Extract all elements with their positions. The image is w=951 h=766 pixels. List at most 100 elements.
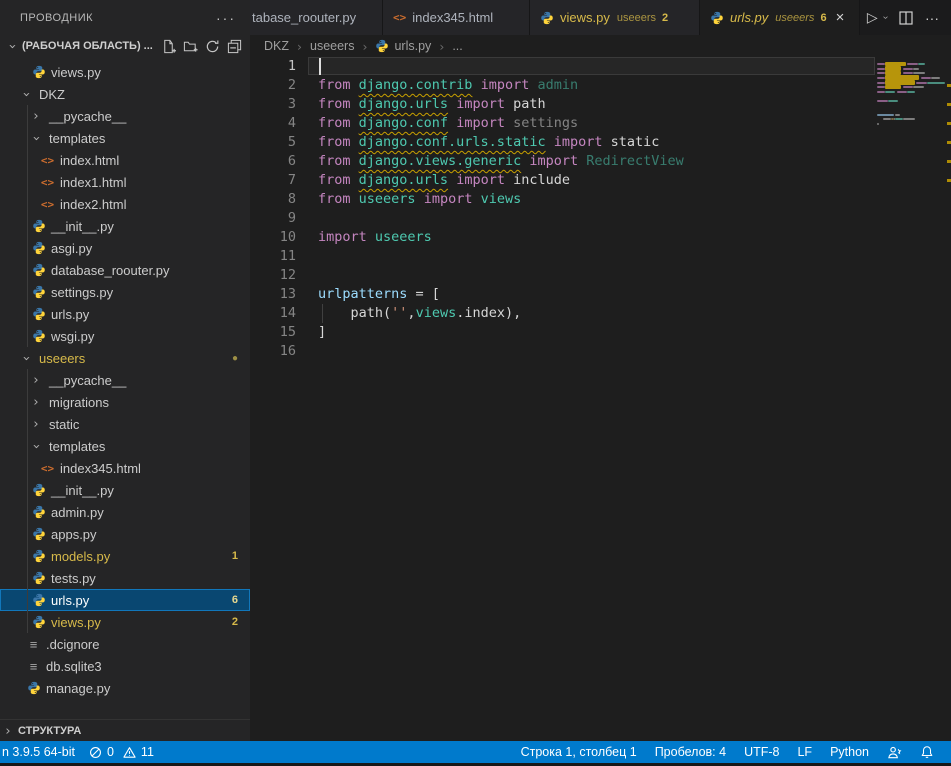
status-language-mode[interactable]: Python [821, 741, 878, 763]
status-indentation[interactable]: Пробелов: 4 [646, 741, 735, 763]
status-python-interpreter[interactable]: n 3.9.5 64-bit [0, 741, 82, 763]
tree-indent-guide [27, 391, 28, 413]
tab-urls.py[interactable]: urls.pyuseeers6× [700, 0, 860, 35]
tree-item-admin.py[interactable]: admin.py [0, 501, 250, 523]
tree-item-label: migrations [49, 395, 109, 410]
tree-item-useeers[interactable]: ›useeers● [0, 347, 250, 369]
breadcrumb-item-urls.py[interactable]: urls.py [375, 39, 431, 53]
tree-item-settings.py[interactable]: settings.py [0, 281, 250, 303]
tree-item-templates[interactable]: ›templates [0, 435, 250, 457]
code-line-15[interactable]: 15] [250, 323, 951, 342]
tree-indent-guide [27, 193, 28, 215]
code-line-12[interactable]: 12 [250, 266, 951, 285]
html-file-icon: <> [40, 176, 55, 189]
tabs: tabase_roouter.py<>index345.htmlviews.py… [250, 0, 860, 35]
minimap-segment [877, 91, 885, 93]
breadcrumb-item-useeers[interactable]: useeers [310, 39, 354, 53]
code-line-5[interactable]: 5from django.conf.urls.static import sta… [250, 133, 951, 152]
code-editor[interactable]: 12from django.contrib import admin3from … [250, 57, 951, 741]
more-actions-icon[interactable]: ··· [216, 10, 236, 26]
code-line-13[interactable]: 13urlpatterns = [ [250, 285, 951, 304]
tree-item-database_roouter.py[interactable]: database_roouter.py [0, 259, 250, 281]
tree-item-urls.py[interactable]: urls.py [0, 303, 250, 325]
split-editor-button[interactable] [899, 11, 913, 25]
problems-badge: 6 [232, 594, 238, 606]
tree-item-label: database_roouter.py [51, 263, 170, 278]
status-eol[interactable]: LF [788, 741, 821, 763]
tree-item-index345.html[interactable]: <>index345.html [0, 457, 250, 479]
more-actions-icon[interactable]: ··· [925, 10, 939, 26]
tab-index345.html[interactable]: <>index345.html [383, 0, 530, 35]
status-encoding[interactable]: UTF-8 [735, 741, 788, 763]
code-line-1[interactable]: 1 [250, 57, 951, 76]
tree-item-models.py[interactable]: models.py1 [0, 545, 250, 567]
code-line-7[interactable]: 7from django.urls import include [250, 171, 951, 190]
tree-item-migrations[interactable]: ›migrations [0, 391, 250, 413]
minimap-segment [885, 80, 915, 85]
overview-ruler[interactable] [946, 57, 951, 741]
minimap-segment [913, 86, 924, 88]
tree-item-__init__.py[interactable]: __init__.py [0, 215, 250, 237]
code-line-16[interactable]: 16 [250, 342, 951, 361]
status-feedback[interactable] [878, 741, 911, 763]
run-button[interactable]: ▷ [867, 9, 878, 26]
outline-section-header[interactable]: › СТРУКТУРА [0, 719, 250, 742]
python-file-icon [31, 329, 46, 343]
tree-indent-guide [27, 105, 28, 127]
code-line-6[interactable]: 6from django.views.generic import Redire… [250, 152, 951, 171]
collapse-all-icon[interactable] [227, 39, 242, 54]
tree-item-.dcignore[interactable]: ≡.dcignore [0, 633, 250, 655]
tree-item-views.py[interactable]: views.py2 [0, 611, 250, 633]
minimap[interactable] [875, 57, 947, 217]
tree-item-__pycache__[interactable]: ›__pycache__ [0, 369, 250, 391]
chevron-down-icon: › [19, 350, 34, 366]
code-line-11[interactable]: 11 [250, 247, 951, 266]
breadcrumb-item-DKZ[interactable]: DKZ [264, 39, 289, 53]
status-problems[interactable]: 011 [82, 741, 161, 763]
new-file-icon[interactable] [161, 39, 176, 54]
tree-item-urls.py[interactable]: urls.py6 [0, 589, 250, 611]
workspace-section-header[interactable]: › (РАБОЧАЯ ОБЛАСТЬ) ... [0, 35, 250, 57]
tree-item-wsgi.py[interactable]: wsgi.py [0, 325, 250, 347]
new-folder-icon[interactable] [183, 39, 198, 54]
tree-item-index.html[interactable]: <>index.html [0, 149, 250, 171]
run-dropdown-chevron-icon[interactable]: › [880, 16, 891, 19]
tree-item-__pycache__[interactable]: ›__pycache__ [0, 105, 250, 127]
tree-item-views.py[interactable]: views.py [0, 61, 250, 83]
status-cursor-position[interactable]: Строка 1, столбец 1 [512, 741, 646, 763]
breadcrumb-item-...[interactable]: ... [452, 39, 462, 53]
tree-item-manage.py[interactable]: manage.py [0, 677, 250, 699]
tab-views.py[interactable]: views.pyuseeers2 [530, 0, 700, 35]
code-line-3[interactable]: 3from django.urls import path [250, 95, 951, 114]
code-line-14[interactable]: 14 path('',views.index), [250, 304, 951, 323]
python-file-icon [375, 39, 389, 53]
tree-item-apps.py[interactable]: apps.py [0, 523, 250, 545]
code-line-9[interactable]: 9 [250, 209, 951, 228]
line-number: 9 [250, 209, 318, 228]
code-line-8[interactable]: 8from useeers import views [250, 190, 951, 209]
tree-item-label: tests.py [51, 571, 96, 586]
status-notifications[interactable] [911, 741, 943, 763]
close-icon[interactable]: × [836, 10, 845, 25]
minimap-segment [877, 63, 885, 65]
modified-dot-icon: ● [232, 353, 238, 364]
tab-tabase_roouter.py[interactable]: tabase_roouter.py [250, 0, 383, 35]
tree-item-index2.html[interactable]: <>index2.html [0, 193, 250, 215]
tree-item-static[interactable]: ›static [0, 413, 250, 435]
minimap-segment [897, 91, 908, 93]
tree-item-DKZ[interactable]: ›DKZ [0, 83, 250, 105]
tree-item-__init__.py[interactable]: __init__.py [0, 479, 250, 501]
tree-item-templates[interactable]: ›templates [0, 127, 250, 149]
tree-item-asgi.py[interactable]: asgi.py [0, 237, 250, 259]
tree-item-tests.py[interactable]: tests.py [0, 567, 250, 589]
tree-item-label: views.py [51, 65, 101, 80]
code-line-2[interactable]: 2from django.contrib import admin [250, 76, 951, 95]
tree-item-index1.html[interactable]: <>index1.html [0, 171, 250, 193]
tree-item-db.sqlite3[interactable]: ≡db.sqlite3 [0, 655, 250, 677]
code-line-4[interactable]: 4from django.conf import settings [250, 114, 951, 133]
tree-indent-guide [27, 413, 28, 435]
editor-actions: ▷ › ··· [867, 0, 951, 35]
refresh-icon[interactable] [205, 39, 220, 54]
python-file-icon [31, 593, 46, 607]
code-line-10[interactable]: 10import useeers [250, 228, 951, 247]
